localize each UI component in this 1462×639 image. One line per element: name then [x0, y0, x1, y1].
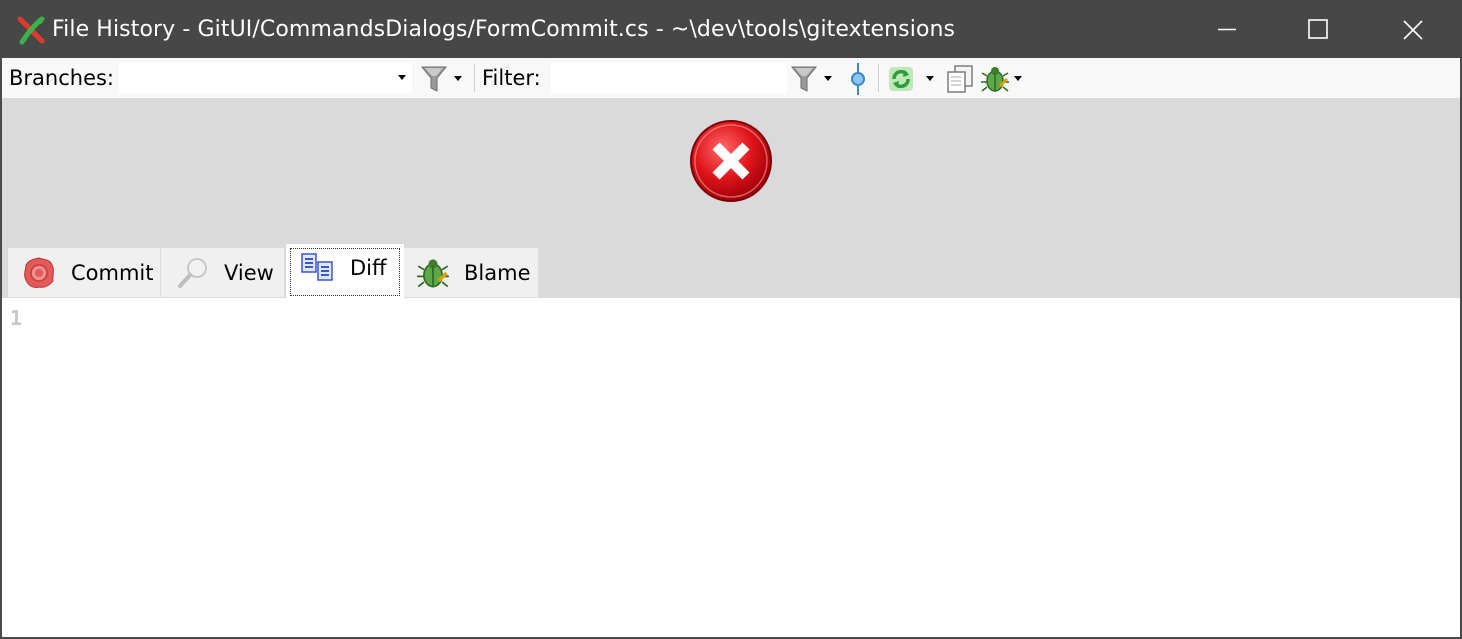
tab-diff[interactable]: Diff: [285, 243, 405, 298]
bug-icon: [417, 259, 449, 288]
branch-filter-button[interactable]: [418, 60, 468, 96]
show-first-parent-button[interactable]: [844, 60, 872, 96]
blame-options-button[interactable]: [978, 60, 1026, 96]
toolbar: Branches: Filter:: [2, 58, 1460, 98]
commit-seal-icon: [24, 257, 54, 288]
filter-icon: [790, 66, 818, 92]
tab-blame[interactable]: Blame: [404, 248, 539, 297]
tab-view[interactable]: View: [161, 248, 285, 297]
diff-editor[interactable]: 1: [2, 298, 1460, 637]
file-history-window: File History - GitUI/CommandsDialogs/For…: [0, 0, 1462, 639]
error-panel: Commit View Diff Blame: [2, 98, 1460, 298]
diff-icon: [301, 253, 333, 281]
minimize-button[interactable]: [1180, 0, 1272, 58]
toolbar-separator: [474, 64, 475, 92]
gitextensions-logo-icon: [17, 16, 45, 45]
tab-commit-label: Commit: [71, 261, 154, 285]
branches-label: Branches:: [9, 66, 115, 90]
maximize-icon: [1308, 19, 1328, 39]
line-number: 1: [10, 306, 23, 330]
maximize-button[interactable]: [1272, 0, 1364, 58]
magnifier-icon: [178, 258, 207, 288]
refresh-button[interactable]: [884, 60, 940, 96]
minimize-icon: [1218, 28, 1236, 31]
bug-icon: [981, 67, 1009, 92]
revision-filter-button[interactable]: [788, 60, 836, 96]
chevron-down-icon: [454, 76, 462, 81]
tab-blame-label: Blame: [464, 261, 531, 285]
tab-diff-label: Diff: [350, 256, 387, 280]
close-icon: [1403, 20, 1423, 40]
filter-input[interactable]: [551, 63, 787, 93]
window-title: File History - GitUI/CommandsDialogs/For…: [52, 17, 956, 42]
chevron-down-icon: [824, 76, 832, 81]
copy-icon: [947, 65, 973, 93]
chevron-down-icon: [926, 76, 934, 81]
toolbar-separator: [878, 64, 879, 92]
filter-label: Filter:: [482, 66, 541, 90]
tab-view-label: View: [224, 261, 274, 285]
filter-icon: [420, 66, 448, 92]
chevron-down-icon: [1014, 76, 1022, 81]
commit-node-icon: [851, 63, 865, 95]
copy-button[interactable]: [942, 60, 976, 96]
refresh-icon: [889, 67, 913, 91]
tab-commit[interactable]: Commit: [8, 248, 161, 297]
branches-dropdown[interactable]: [119, 63, 412, 93]
title-bar[interactable]: File History - GitUI/CommandsDialogs/For…: [0, 0, 1462, 58]
close-button[interactable]: [1366, 0, 1458, 58]
chevron-down-icon: [398, 75, 406, 80]
error-icon: [690, 120, 772, 202]
